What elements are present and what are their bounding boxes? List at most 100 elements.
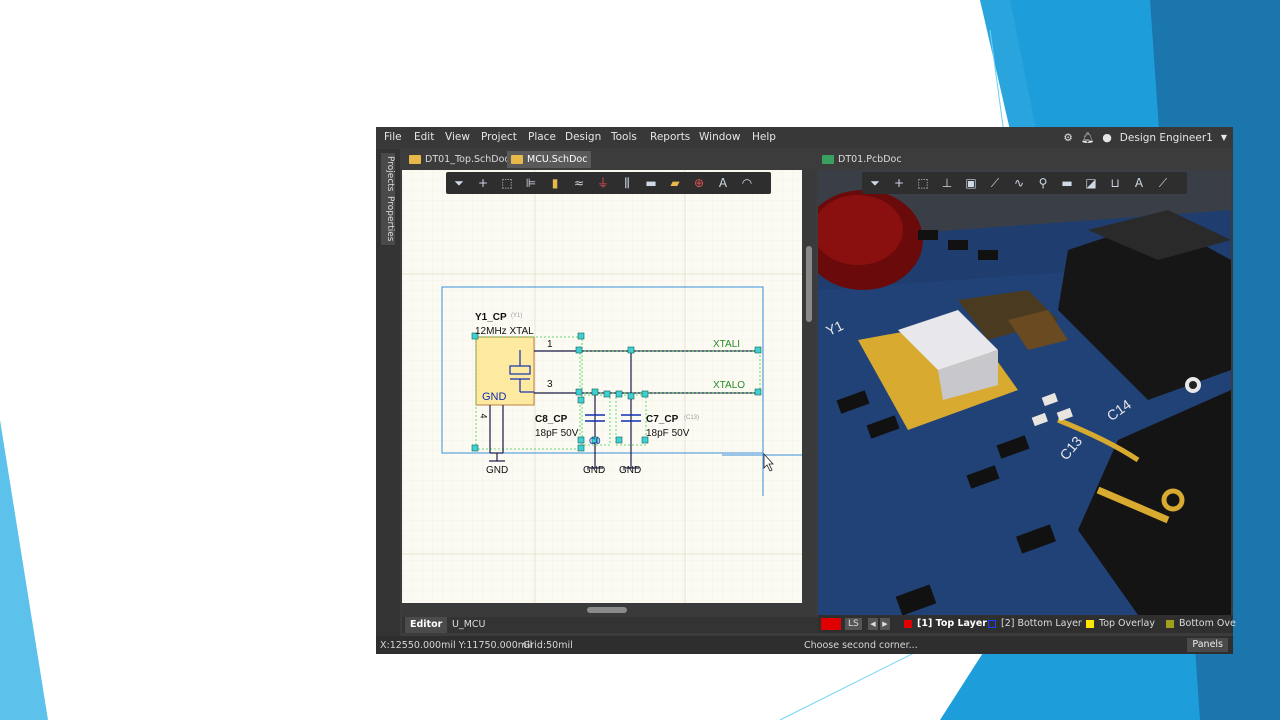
partial-designator: C0 bbox=[589, 436, 601, 446]
bell-icon[interactable]: 🔔︎ bbox=[1081, 131, 1094, 144]
schematic-active-bar: ⏷ + ⬚ ⊫ ▮ ≈ ⏚ ⫼ ▬ ▰ ⊕ A ◠ bbox=[446, 172, 771, 194]
menu-design[interactable]: Design bbox=[565, 131, 601, 143]
select-rect-icon[interactable]: ⬚ bbox=[498, 175, 516, 191]
panel-tab-projects[interactable]: Projects bbox=[381, 153, 395, 193]
menu-place[interactable]: Place bbox=[528, 131, 556, 143]
route-icon[interactable]: ⟋ bbox=[986, 175, 1004, 191]
gear-icon[interactable]: ⚙ bbox=[1063, 132, 1072, 144]
layer-next-icon[interactable]: ▶ bbox=[880, 618, 890, 630]
menu-view[interactable]: View bbox=[445, 131, 470, 143]
layer-prev-icon[interactable]: ◀ bbox=[868, 618, 878, 630]
layer-tab-top[interactable]: [1] Top Layer bbox=[904, 618, 987, 630]
schematic-vertical-scrollbar[interactable] bbox=[802, 170, 816, 603]
layer-tab-bottom-overlay[interactable]: Bottom Ove bbox=[1166, 618, 1236, 630]
sheet-symbol-icon[interactable]: ▬ bbox=[642, 175, 660, 191]
text-icon[interactable]: A bbox=[1130, 175, 1148, 191]
schematic-doc-icon bbox=[409, 155, 421, 164]
crosshair-icon[interactable]: + bbox=[890, 175, 908, 191]
port-icon[interactable]: ▰ bbox=[666, 175, 684, 191]
tab-label: DT01.PcbDoc bbox=[838, 154, 902, 165]
c8-designator: C8_CP bbox=[535, 414, 568, 425]
crosshair-icon[interactable]: + bbox=[474, 175, 492, 191]
chevron-down-icon[interactable]: ▼ bbox=[1221, 133, 1227, 142]
user-account-icon[interactable]: ● bbox=[1102, 131, 1112, 144]
menu-bar: File Edit View Project Place Design Tool… bbox=[376, 127, 1233, 148]
fill-icon[interactable]: ▬ bbox=[1058, 175, 1076, 191]
scroll-thumb[interactable] bbox=[587, 607, 627, 613]
component-icon[interactable]: ▣ bbox=[962, 175, 980, 191]
part-icon[interactable]: ▮ bbox=[546, 175, 564, 191]
menu-help[interactable]: Help bbox=[752, 131, 776, 143]
pin-3-label: 3 bbox=[547, 379, 553, 390]
layer-tab-top-overlay[interactable]: Top Overlay bbox=[1086, 618, 1155, 630]
pin-4-label: 4 bbox=[478, 413, 489, 419]
line-icon[interactable]: ⟋ bbox=[1154, 175, 1172, 191]
menu-window[interactable]: Window bbox=[699, 131, 740, 143]
layer-label: [2] Bottom Layer bbox=[1001, 618, 1082, 629]
grid-size: Grid:50mil bbox=[523, 640, 573, 651]
layer-set-button[interactable]: LS bbox=[845, 618, 862, 630]
tab-dt01-top-schdoc[interactable]: DT01_Top.SchDoc bbox=[405, 151, 514, 168]
select-rect-icon[interactable]: ⬚ bbox=[914, 175, 932, 191]
schematic-doc-icon bbox=[511, 155, 523, 164]
pcb-3d-view[interactable]: Y1 C14 C13 ⏷ + ⬚ ⊥ ▣ ⟋ ∿ ⚲ ▬ ◪ ⊔ A ⟋ bbox=[818, 170, 1231, 615]
filter-icon[interactable]: ⏷ bbox=[866, 175, 884, 191]
menu-edit[interactable]: Edit bbox=[414, 131, 434, 143]
cursor-coordinates: X:12550.000mil Y:11750.000mil bbox=[380, 640, 533, 651]
schematic-horizontal-scrollbar[interactable] bbox=[402, 603, 802, 617]
layer-label: Top Overlay bbox=[1099, 618, 1155, 629]
layer-label: [1] Top Layer bbox=[917, 618, 987, 629]
editor-tabs: Editor U_MCU bbox=[402, 617, 818, 633]
net-label-xtali: XTALI bbox=[713, 339, 741, 350]
menu-reports[interactable]: Reports bbox=[650, 131, 690, 143]
align-icon[interactable]: ⊥ bbox=[938, 175, 956, 191]
layer-color-swatch bbox=[1166, 620, 1174, 628]
wire-icon[interactable]: ≈ bbox=[570, 175, 588, 191]
layer-color-swatch bbox=[1086, 620, 1094, 628]
y1-designator: Y1_CP bbox=[475, 312, 507, 323]
align-icon[interactable]: ⊫ bbox=[522, 175, 540, 191]
layer-color-swatch bbox=[988, 620, 996, 628]
via-icon[interactable]: ⚲ bbox=[1034, 175, 1052, 191]
text-icon[interactable]: A bbox=[714, 175, 732, 191]
panels-button[interactable]: Panels bbox=[1187, 638, 1228, 652]
tab-label: MCU.SchDoc bbox=[527, 154, 588, 165]
scroll-corner bbox=[802, 603, 816, 617]
schematic-canvas[interactable]: Y1_CP (Y1) 12MHz XTAL 1 3 4 GND XTALI XT… bbox=[402, 170, 802, 603]
status-bar: X:12550.000mil Y:11750.000mil Grid:50mil… bbox=[376, 636, 1233, 654]
layer-tab-bottom[interactable]: [2] Bottom Layer bbox=[988, 618, 1082, 630]
schematic-doc-tabs: DT01_Top.SchDoc MCU.SchDoc bbox=[402, 149, 818, 170]
gnd-label: GND bbox=[486, 465, 509, 476]
app-window: File Edit View Project Place Design Tool… bbox=[376, 127, 1236, 654]
y1-designator-hint: (Y1) bbox=[511, 313, 523, 319]
current-layer-swatch[interactable] bbox=[821, 618, 841, 630]
tab-dt01-pcbdoc[interactable]: DT01.PcbDoc bbox=[818, 151, 906, 168]
gnd-label: GND bbox=[619, 465, 642, 476]
layer-label: Bottom Ove bbox=[1179, 618, 1236, 629]
user-name[interactable]: Design Engineer1 bbox=[1120, 132, 1213, 144]
panel-tab-properties[interactable]: Properties bbox=[381, 193, 395, 245]
side-panel-strip: Projects Properties bbox=[376, 149, 400, 637]
bus-icon[interactable]: ⫼ bbox=[618, 175, 636, 191]
tab-u-mcu[interactable]: U_MCU bbox=[447, 617, 491, 633]
scroll-thumb[interactable] bbox=[806, 246, 812, 322]
c7-designator-hint: (C13) bbox=[684, 415, 700, 421]
dimension-icon[interactable]: ⊔ bbox=[1106, 175, 1124, 191]
tab-label: DT01_Top.SchDoc bbox=[425, 154, 510, 165]
pcb-doc-tabs: DT01.PcbDoc bbox=[818, 149, 1233, 170]
gnd-label: GND bbox=[583, 465, 606, 476]
diff-pair-icon[interactable]: ∿ bbox=[1010, 175, 1028, 191]
pcb-doc-icon bbox=[822, 155, 834, 164]
menu-file[interactable]: File bbox=[384, 131, 402, 143]
menu-project[interactable]: Project bbox=[481, 131, 517, 143]
menu-tools[interactable]: Tools bbox=[611, 131, 637, 143]
pcb-active-bar: ⏷ + ⬚ ⊥ ▣ ⟋ ∿ ⚲ ▬ ◪ ⊔ A ⟋ bbox=[862, 172, 1187, 194]
power-port-icon[interactable]: ⏚ bbox=[594, 175, 612, 191]
tab-editor[interactable]: Editor bbox=[405, 617, 448, 633]
tab-mcu-schdoc[interactable]: MCU.SchDoc bbox=[507, 151, 592, 168]
status-message: Choose second corner... bbox=[804, 640, 918, 651]
arc-icon[interactable]: ◠ bbox=[738, 175, 756, 191]
keepout-icon[interactable]: ◪ bbox=[1082, 175, 1100, 191]
no-erc-icon[interactable]: ⊕ bbox=[690, 175, 708, 191]
filter-icon[interactable]: ⏷ bbox=[450, 175, 468, 191]
